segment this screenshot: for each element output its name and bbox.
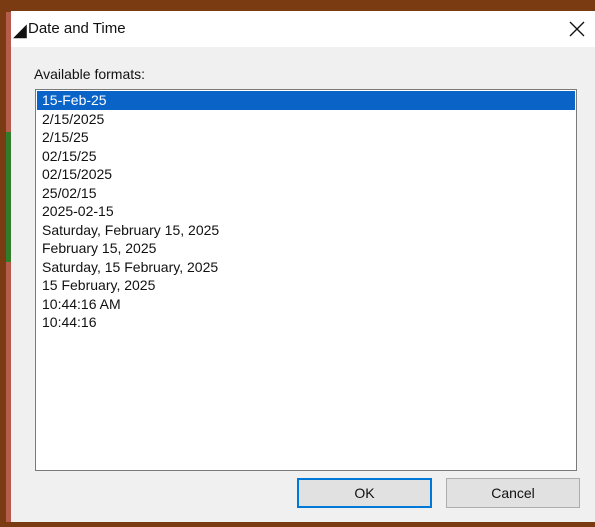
format-item-9[interactable]: Saturday, 15 February, 2025 bbox=[37, 258, 575, 277]
format-item-6[interactable]: 2025-02-15 bbox=[37, 202, 575, 221]
formats-listbox[interactable]: 15-Feb-25 2/15/2025 2/15/25 02/15/25 02/… bbox=[35, 89, 577, 471]
date-and-time-dialog: ◢ Date and Time Available formats: 15-Fe… bbox=[11, 11, 595, 522]
ok-button[interactable]: OK bbox=[297, 478, 432, 508]
format-item-3[interactable]: 02/15/25 bbox=[37, 147, 575, 166]
cancel-button[interactable]: Cancel bbox=[446, 478, 580, 508]
format-item-5[interactable]: 25/02/15 bbox=[37, 184, 575, 203]
close-icon bbox=[569, 21, 585, 37]
dialog-title: Date and Time bbox=[28, 20, 126, 37]
cursor-mark: ◢ bbox=[13, 20, 27, 40]
title-bar[interactable]: ◢ Date and Time bbox=[11, 11, 595, 47]
format-item-4[interactable]: 02/15/2025 bbox=[37, 165, 575, 184]
available-formats-label: Available formats: bbox=[34, 66, 146, 82]
format-item-1[interactable]: 2/15/2025 bbox=[37, 110, 575, 129]
format-item-2[interactable]: 2/15/25 bbox=[37, 128, 575, 147]
format-item-10[interactable]: 15 February, 2025 bbox=[37, 276, 575, 295]
close-button[interactable] bbox=[559, 11, 595, 47]
desktop-background: ◢ Date and Time Available formats: 15-Fe… bbox=[0, 0, 595, 527]
format-item-7[interactable]: Saturday, February 15, 2025 bbox=[37, 221, 575, 240]
format-item-12[interactable]: 10:44:16 bbox=[37, 313, 575, 332]
format-item-11[interactable]: 10:44:16 AM bbox=[37, 295, 575, 314]
format-item-0[interactable]: 15-Feb-25 bbox=[37, 91, 575, 110]
format-item-8[interactable]: February 15, 2025 bbox=[37, 239, 575, 258]
